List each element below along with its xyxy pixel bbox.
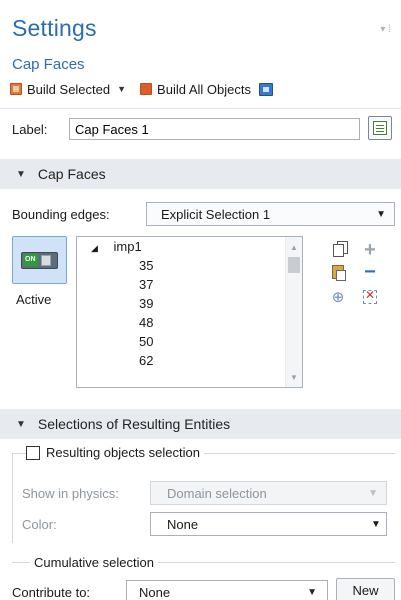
pin-icon[interactable]: ▾ ⁞ [380, 24, 391, 35]
show-in-physics-label: Show in physics: [22, 486, 119, 501]
copy-selection-button[interactable] [328, 240, 348, 260]
section-title: Cap Faces [37, 166, 106, 182]
active-label: Active [16, 292, 52, 307]
list-group-row[interactable]: ◢ imp1 [77, 237, 285, 256]
label-edit-button[interactable] [368, 116, 392, 140]
scroll-up-icon[interactable]: ▲ [286, 239, 302, 255]
list-group-label: imp1 [113, 239, 142, 254]
contribute-to-label: Contribute to: [12, 585, 91, 600]
dropdown-arrow-icon: ▼ [376, 208, 386, 220]
resulting-objects-checkbox-row[interactable]: Resulting objects selection [26, 445, 204, 460]
dropdown-arrow-icon: ▼ [371, 518, 381, 530]
list-item[interactable]: 35 [77, 256, 285, 275]
remove-from-selection-button[interactable]: − [360, 260, 380, 283]
page-title: Settings [12, 15, 97, 41]
zoom-selection-icon: ⊕ [331, 289, 345, 306]
collapse-triangle-icon: ▼ [16, 418, 26, 430]
listbox-scrollbar[interactable]: ▲ ▼ [285, 237, 302, 387]
color-label: Color: [22, 517, 57, 532]
cumulative-selection-label: Cumulative selection [30, 555, 158, 570]
contribute-to-select[interactable]: None ▼ [126, 580, 328, 600]
selection-listbox[interactable]: ◢ imp1 35 37 39 48 50 62 ▲ ▼ [76, 236, 303, 388]
contribute-to-value: None [139, 584, 171, 600]
resulting-objects-checkbox[interactable] [26, 445, 40, 460]
collapse-triangle-icon: ▼ [16, 168, 26, 180]
scroll-thumb[interactable] [288, 257, 300, 273]
list-item[interactable]: 39 [77, 294, 285, 313]
paste-selection-button[interactable] [328, 262, 348, 282]
build-selected-icon [10, 83, 22, 95]
dropdown-arrow-icon: ▼ [368, 487, 378, 499]
minus-icon: − [364, 260, 376, 283]
list-item[interactable]: 37 [77, 275, 285, 294]
color-dropdown-button[interactable]: ▼ [366, 512, 387, 536]
bounding-edges-value: Explicit Selection 1 [161, 206, 271, 222]
build-all-label: Build All Objects [157, 81, 251, 97]
label-caption: Label: [12, 122, 48, 137]
show-in-physics-select: Domain selection ▼ [150, 481, 387, 505]
active-toggle-button[interactable]: ON [12, 236, 67, 284]
toggle-on-text: ON [23, 254, 38, 266]
zoom-to-selection-button[interactable]: ⊕ [328, 287, 348, 307]
divider [0, 108, 401, 109]
label-input[interactable] [69, 118, 360, 140]
plus-icon: + [364, 238, 376, 261]
chevron-down-icon[interactable]: ▼ [117, 84, 126, 94]
toggle-knob [40, 254, 51, 266]
section-title: Selections of Resulting Entities [37, 416, 231, 432]
scroll-down-icon[interactable]: ▼ [286, 369, 302, 385]
dropdown-arrow-icon: ▼ [307, 586, 317, 598]
document-icon [373, 121, 387, 135]
resulting-objects-label: Resulting objects selection [46, 445, 200, 460]
graphics-icon [258, 82, 273, 96]
toolbar: Build Selected ▼ Build All Objects [10, 79, 273, 99]
color-select[interactable]: None [150, 512, 387, 536]
section-resulting-entities[interactable]: ▼ Selections of Resulting Entities [0, 409, 401, 439]
section-cap-faces[interactable]: ▼ Cap Faces [0, 159, 401, 189]
list-item[interactable]: 48 [77, 313, 285, 332]
clear-selection-button[interactable] [360, 287, 380, 307]
list-item[interactable]: 50 [77, 332, 285, 351]
show-in-physics-value: Domain selection [167, 485, 267, 501]
paste-icon [332, 265, 346, 281]
list-item[interactable]: 62 [77, 351, 285, 370]
clear-selection-icon [363, 288, 377, 304]
build-selected-label: Build Selected [27, 81, 111, 97]
bounding-edges-select[interactable]: Explicit Selection 1 ▼ [146, 202, 395, 226]
toggle-switch: ON [21, 251, 58, 269]
add-to-selection-button[interactable]: + [360, 238, 380, 261]
update-graphics-button[interactable] [258, 82, 273, 96]
build-selected-button[interactable]: Build Selected ▼ [10, 82, 126, 97]
expand-triangle-icon[interactable]: ◢ [91, 243, 98, 253]
new-cumulative-button[interactable]: New [336, 578, 395, 600]
node-subtitle: Cap Faces [12, 56, 85, 73]
build-all-objects-button[interactable]: Build All Objects [140, 82, 251, 97]
color-value: None [167, 516, 199, 532]
bounding-edges-label: Bounding edges: [12, 207, 110, 222]
build-all-icon [140, 83, 153, 95]
copy-icon [332, 240, 348, 257]
